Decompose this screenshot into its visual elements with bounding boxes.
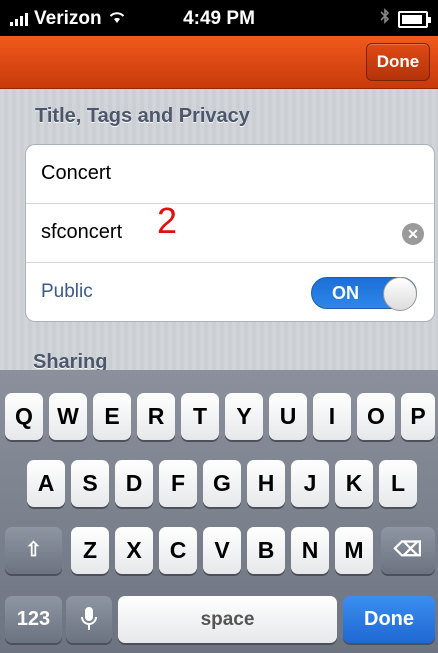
keyboard: Q W E R T Y U I O P A S D F G H J K L ⇧ … (0, 370, 438, 653)
title-row[interactable]: Concert (26, 145, 434, 204)
key-m[interactable]: M (335, 527, 373, 574)
key-w[interactable]: W (49, 393, 87, 440)
key-v[interactable]: V (203, 527, 241, 574)
microphone-key-icon[interactable] (66, 596, 112, 643)
public-label: Public (41, 281, 93, 302)
key-t[interactable]: T (181, 393, 219, 440)
key-u[interactable]: U (269, 393, 307, 440)
public-row: Public ON (26, 263, 434, 321)
key-d[interactable]: D (115, 460, 153, 507)
key-o[interactable]: O (357, 393, 395, 440)
tags-field[interactable]: sfconcert (41, 221, 122, 244)
battery-icon (398, 10, 431, 28)
nav-done-button[interactable]: Done (366, 43, 430, 81)
delete-key-icon[interactable]: ⌫ (381, 527, 435, 574)
public-toggle[interactable]: ON (311, 277, 417, 311)
annotation-number: 2 (157, 200, 178, 241)
key-k[interactable]: K (335, 460, 373, 507)
key-a[interactable]: A (27, 460, 65, 507)
navigation-bar: Done (0, 36, 438, 89)
numbers-key[interactable]: 123 (5, 596, 62, 643)
keyboard-done-button[interactable]: Done (343, 596, 435, 643)
key-n[interactable]: N (291, 527, 329, 574)
shift-key-icon[interactable]: ⇧ (5, 527, 62, 574)
key-l[interactable]: L (379, 460, 417, 507)
key-i[interactable]: I (313, 393, 351, 440)
key-h[interactable]: H (247, 460, 285, 507)
status-bar: Verizon 4:49 PM (0, 0, 438, 36)
key-y[interactable]: Y (225, 393, 263, 440)
status-right (380, 8, 431, 30)
form-content: Title, Tags and Privacy Concert sfconcer… (0, 89, 438, 374)
key-s[interactable]: S (71, 460, 109, 507)
key-q[interactable]: Q (5, 393, 43, 440)
clear-icon[interactable]: ✕ (402, 223, 424, 245)
key-j[interactable]: J (291, 460, 329, 507)
section-title: Title, Tags and Privacy (35, 105, 250, 127)
status-time: 4:49 PM (183, 8, 255, 29)
key-f[interactable]: F (159, 460, 197, 507)
key-p[interactable]: P (401, 393, 435, 440)
key-e[interactable]: E (93, 393, 131, 440)
title-field[interactable]: Concert (41, 162, 111, 185)
key-c[interactable]: C (159, 527, 197, 574)
form-group: Concert sfconcert ✕ Public ON (25, 144, 435, 322)
key-g[interactable]: G (203, 460, 241, 507)
space-key[interactable]: space (118, 596, 337, 643)
key-z[interactable]: Z (71, 527, 109, 574)
key-b[interactable]: B (247, 527, 285, 574)
toggle-state-label: ON (332, 283, 359, 303)
bluetooth-icon (380, 8, 390, 30)
key-x[interactable]: X (115, 527, 153, 574)
toggle-knob[interactable] (383, 277, 417, 311)
tags-row[interactable]: sfconcert ✕ (26, 204, 434, 263)
key-r[interactable]: R (137, 393, 175, 440)
